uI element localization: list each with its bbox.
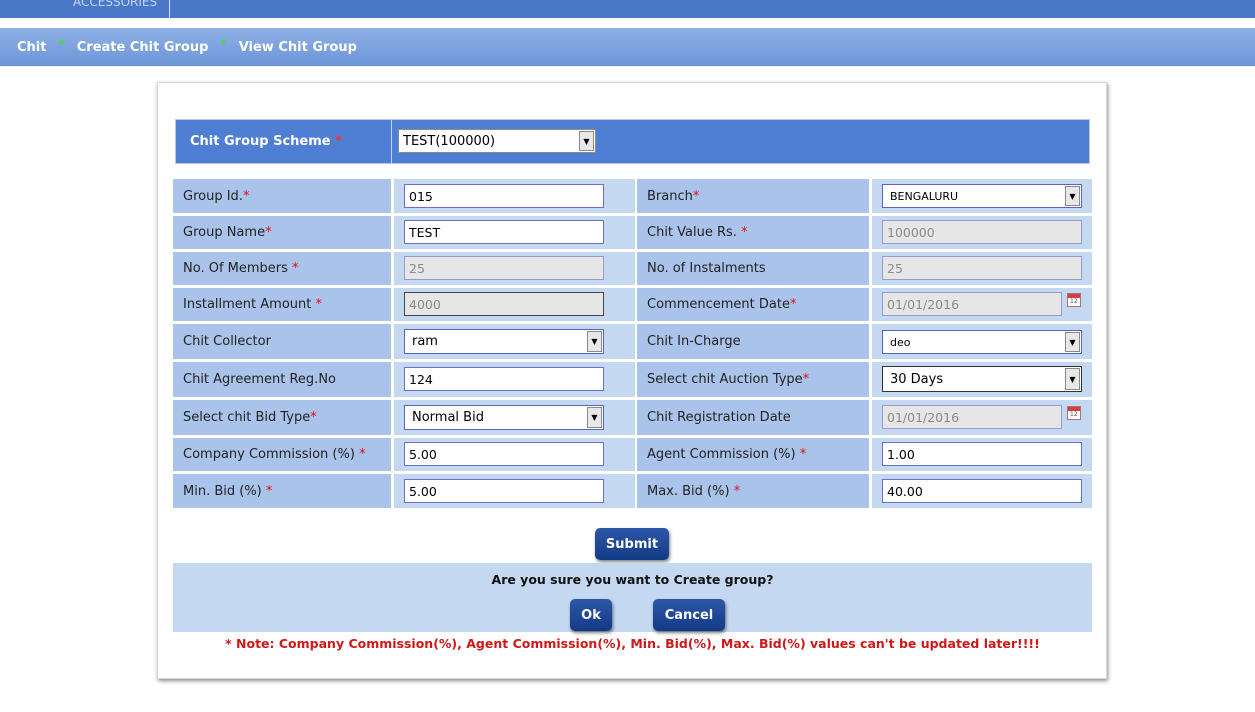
breadcrumb-create-chit-group[interactable]: Create Chit Group	[77, 40, 209, 55]
in-charge-label: Chit In-Charge	[637, 324, 869, 359]
scheme-row: Chit Group Scheme * TEST(100000) ▼	[175, 119, 1090, 164]
min-bid-cell: 5.00	[394, 474, 635, 508]
collector-label: Chit Collector	[173, 324, 391, 359]
min-bid-label: Min. Bid (%) *	[173, 474, 391, 508]
auction-type-select[interactable]: 30 Days ▼	[882, 366, 1082, 392]
chevron-down-icon: ▼	[1065, 368, 1080, 390]
star-icon: *	[58, 37, 65, 51]
confirm-question: Are you sure you want to Create group?	[491, 572, 774, 587]
ok-button[interactable]: Ok	[570, 599, 612, 631]
instalments-input: 25	[882, 256, 1082, 280]
scheme-label: Chit Group Scheme *	[190, 134, 342, 149]
company-commission-cell: 5.00	[394, 438, 635, 471]
bid-type-label: Select chit Bid Type *	[173, 400, 391, 435]
chevron-down-icon: ▼	[587, 331, 602, 352]
group-name-label: Group Name *	[173, 216, 391, 249]
instalments-label: No. of Instalments	[637, 252, 869, 285]
breadcrumb: Chit * Create Chit Group * View Chit Gro…	[0, 28, 1255, 66]
group-name-input[interactable]: TEST	[404, 220, 604, 244]
registration-date-input: 01/01/2016	[882, 405, 1062, 429]
create-chit-group-panel: Chit Group Scheme * TEST(100000) ▼ Group…	[157, 82, 1107, 679]
agreement-reg-label: Chit Agreement Reg.No	[173, 362, 391, 397]
max-bid-input[interactable]: 40.00	[882, 479, 1082, 503]
in-charge-cell: deo ▼	[872, 324, 1092, 359]
divider	[391, 120, 392, 163]
branch-cell: BENGALURU ▼	[872, 179, 1092, 213]
collector-select[interactable]: ram ▼	[404, 329, 604, 354]
installment-amount-label: Installment Amount *	[173, 288, 391, 321]
commencement-date-label: Commencement Date *	[637, 288, 869, 321]
agent-commission-cell: 1.00	[872, 438, 1092, 471]
calendar-icon[interactable]	[1067, 293, 1081, 307]
auction-type-label: Select chit Auction Type *	[637, 362, 869, 397]
agent-commission-label: Agent Commission (%) *	[637, 438, 869, 471]
installment-amount-input: 4000	[404, 292, 604, 316]
cancel-button[interactable]: Cancel	[653, 599, 725, 631]
chevron-down-icon: ▼	[1065, 186, 1080, 206]
chevron-down-icon: ▼	[579, 131, 594, 151]
auction-type-cell: 30 Days ▼	[872, 362, 1092, 397]
collector-cell: ram ▼	[394, 324, 635, 359]
commencement-date-cell: 01/01/2016	[872, 288, 1092, 321]
chevron-down-icon: ▼	[1065, 332, 1080, 352]
breadcrumb-view-chit-group[interactable]: View Chit Group	[239, 40, 357, 55]
group-id-label: Group Id. *	[173, 179, 391, 213]
registration-date-cell: 01/01/2016	[872, 400, 1092, 435]
in-charge-select[interactable]: deo ▼	[882, 330, 1082, 354]
group-id-input[interactable]: 015	[404, 184, 604, 208]
bid-type-cell: Normal Bid ▼	[394, 400, 635, 435]
warning-note: * Note: Company Commission(%), Agent Com…	[225, 636, 1040, 651]
max-bid-label: Max. Bid (%) *	[637, 474, 869, 508]
installment-amount-cell: 4000	[394, 288, 635, 321]
max-bid-cell: 40.00	[872, 474, 1092, 508]
top-menu-bar: ACCESSORIES	[0, 0, 1255, 18]
branch-select[interactable]: BENGALURU ▼	[882, 184, 1082, 208]
breadcrumb-chit[interactable]: Chit	[17, 40, 46, 55]
bid-type-select[interactable]: Normal Bid ▼	[404, 405, 604, 430]
chit-value-input: 100000	[882, 220, 1082, 244]
scheme-select[interactable]: TEST(100000) ▼	[398, 129, 596, 153]
confirm-dialog: Are you sure you want to Create group? O…	[173, 563, 1092, 632]
branch-label: Branch *	[637, 179, 869, 213]
company-commission-label: Company Commission (%) *	[173, 438, 391, 471]
members-label: No. Of Members *	[173, 252, 391, 285]
submit-button[interactable]: Submit	[595, 528, 669, 560]
calendar-icon[interactable]	[1067, 406, 1081, 420]
registration-date-label: Chit Registration Date	[637, 400, 869, 435]
commencement-date-input: 01/01/2016	[882, 292, 1062, 316]
agent-commission-input[interactable]: 1.00	[882, 442, 1082, 466]
chit-value-label: Chit Value Rs. *	[637, 216, 869, 249]
star-icon: *	[220, 37, 227, 51]
agreement-reg-cell: 124	[394, 362, 635, 397]
group-name-cell: TEST	[394, 216, 635, 249]
chit-value-cell: 100000	[872, 216, 1092, 249]
members-cell: 25	[394, 252, 635, 285]
group-id-cell: 015	[394, 179, 635, 213]
chevron-down-icon: ▼	[587, 407, 602, 428]
menu-item-accessories[interactable]: ACCESSORIES	[56, 0, 171, 18]
company-commission-input[interactable]: 5.00	[404, 442, 604, 466]
members-input: 25	[404, 256, 604, 280]
min-bid-input[interactable]: 5.00	[404, 479, 604, 503]
agreement-reg-input[interactable]: 124	[404, 367, 604, 391]
instalments-cell: 25	[872, 252, 1092, 285]
